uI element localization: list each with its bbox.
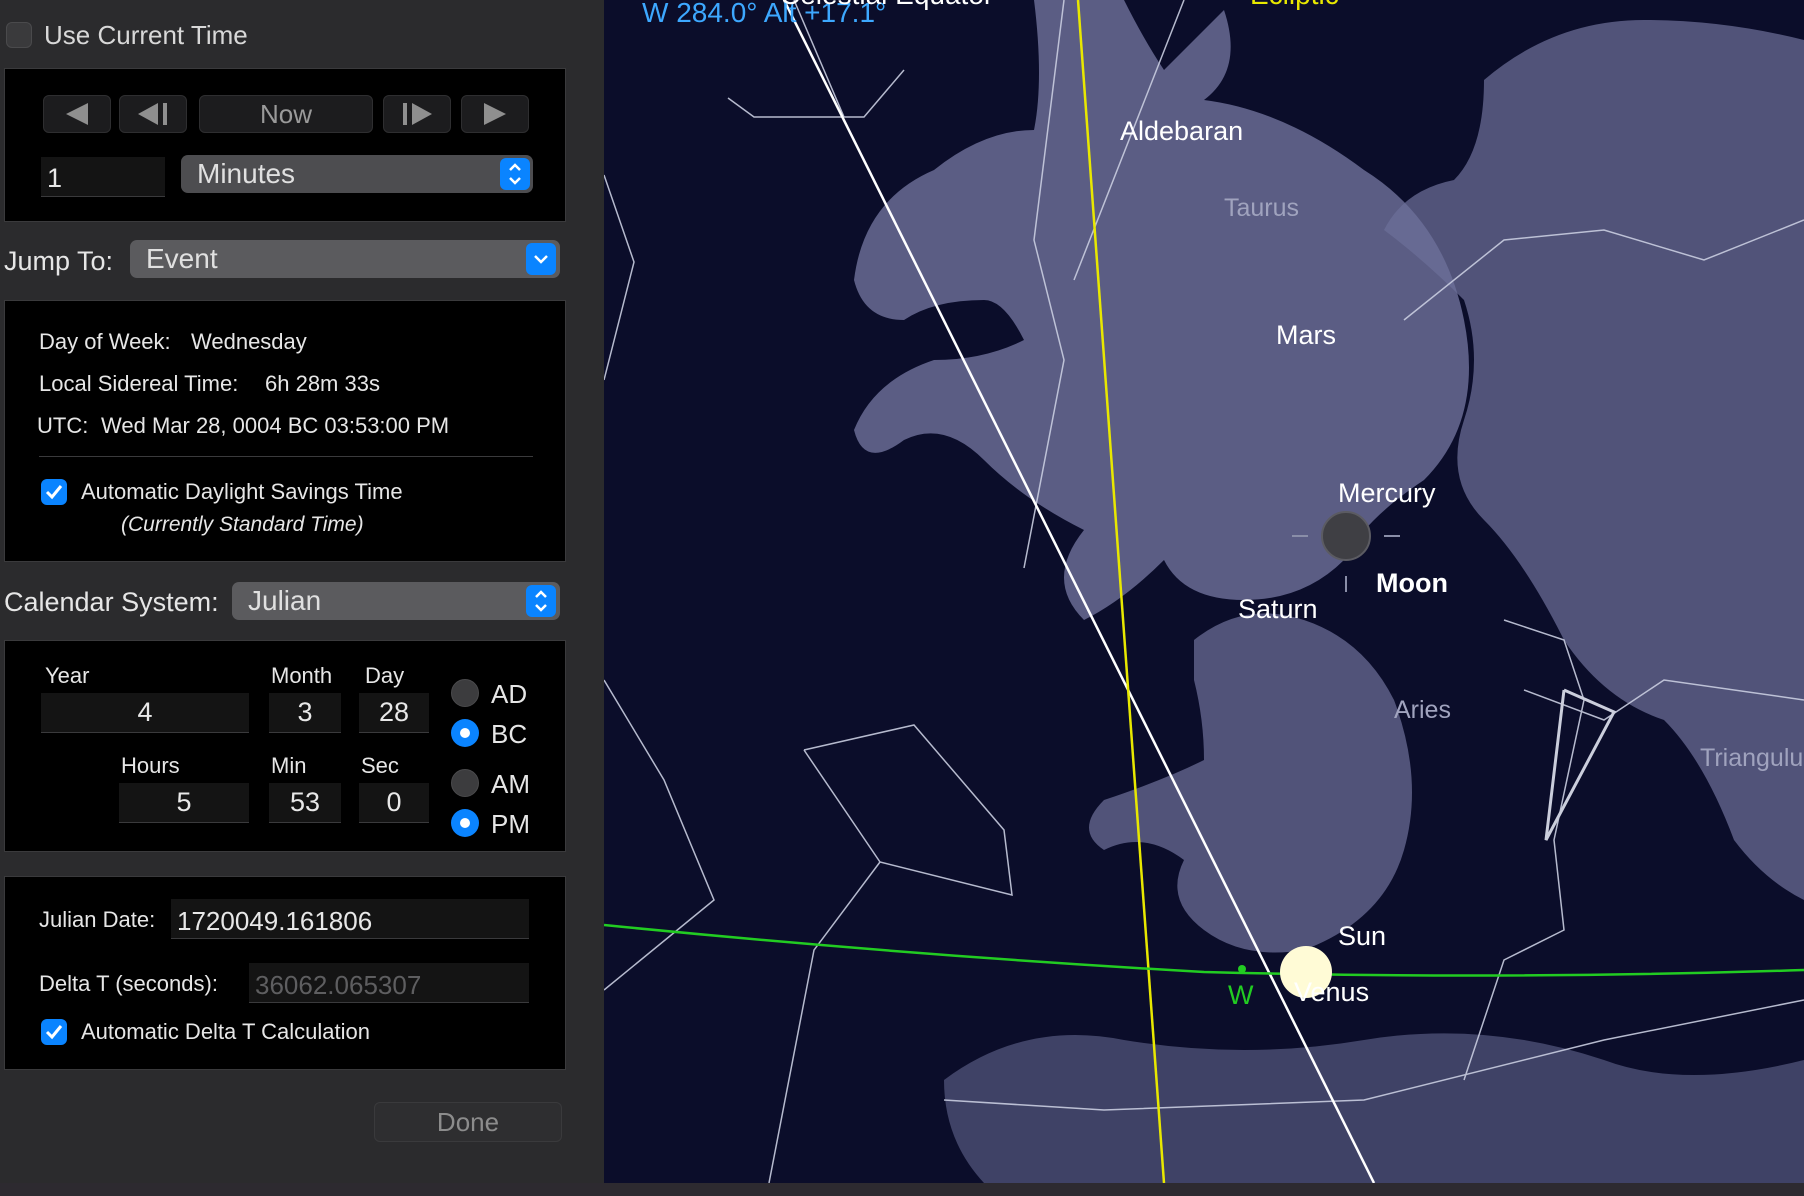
hours-label: Hours [121, 753, 180, 778]
moon-disc[interactable] [1321, 511, 1371, 561]
auto-dst-label: Automatic Daylight Savings Time [81, 479, 403, 504]
bottom-bar [0, 1183, 1804, 1196]
moon-label[interactable]: Moon [1376, 568, 1448, 598]
saturn-label[interactable]: Saturn [1238, 594, 1318, 624]
sidereal-time-label: Local Sidereal Time: [39, 371, 239, 396]
aries-label: Aries [1394, 696, 1451, 724]
mars-label[interactable]: Mars [1276, 320, 1336, 350]
reverse-play-button[interactable] [43, 95, 111, 133]
am-radio[interactable] [451, 769, 479, 797]
divider [39, 456, 533, 457]
month-label: Month [271, 663, 333, 688]
chevron-updown-icon [500, 158, 530, 190]
date-time-box: Year Month Day 4 3 28 AD BC Hours Min Se… [4, 640, 566, 852]
sun-label[interactable]: Sun [1338, 921, 1386, 951]
reverse-play-icon [66, 103, 88, 125]
triangulum-label: Triangulum [1700, 744, 1804, 772]
now-button[interactable]: Now [199, 95, 373, 133]
day-label: Day [365, 663, 405, 688]
play-icon [484, 103, 506, 125]
taurus-label: Taurus [1224, 194, 1299, 222]
sidereal-time-value: 6h 28m 33s [265, 371, 380, 396]
year-label: Year [45, 663, 90, 688]
pm-radio[interactable] [451, 809, 479, 837]
calendar-system-label: Calendar System: [4, 587, 219, 617]
delta-t-input[interactable]: 36062.065307 [249, 963, 529, 1003]
play-button[interactable] [461, 95, 529, 133]
utc-value: Wed Mar 28, 0004 BC 03:53:00 PM [101, 413, 450, 438]
aldebaran-label[interactable]: Aldebaran [1120, 116, 1243, 146]
julian-date-input[interactable]: 1720049.161806 [171, 899, 529, 939]
hours-input[interactable]: 5 [119, 783, 249, 823]
west-horizon-label: W [1228, 980, 1254, 1010]
month-input[interactable]: 3 [269, 693, 341, 733]
jump-to-value: Event [146, 243, 218, 274]
done-button[interactable]: Done [374, 1102, 562, 1142]
auto-delta-t-label: Automatic Delta T Calculation [81, 1019, 370, 1044]
step-unit-select[interactable]: Minutes [181, 155, 533, 193]
checkmark-icon [45, 485, 63, 500]
ecliptic-label: Ecliptic [1250, 0, 1339, 10]
delta-t-label: Delta T (seconds): [39, 971, 218, 996]
am-label: AM [491, 769, 530, 799]
year-input[interactable]: 4 [41, 693, 249, 733]
step-unit-value: Minutes [197, 158, 296, 189]
sec-input[interactable]: 0 [359, 783, 429, 823]
pm-label: PM [491, 809, 530, 839]
jump-to-label: Jump To: [4, 246, 114, 276]
dst-status-note: (Currently Standard Time) [121, 513, 364, 536]
day-of-week-value: Wednesday [191, 329, 307, 354]
step-amount-input[interactable]: 1 [41, 157, 165, 197]
chevron-updown-icon [526, 585, 556, 617]
west-point-marker [1238, 965, 1246, 973]
julian-date-label: Julian Date: [39, 907, 156, 932]
step-back-icon [138, 103, 167, 125]
mercury-label[interactable]: Mercury [1338, 478, 1436, 508]
era-bc-label: BC [491, 719, 528, 749]
use-current-time-label: Use Current Time [44, 20, 248, 50]
celestial-equator-label: Celestial Equator [780, 0, 993, 10]
sec-label: Sec [361, 753, 399, 778]
sky-chart-view[interactable]: W 284.0° Alt +17.1° Celestial Equator Ec… [604, 0, 1804, 1183]
step-forward-icon [403, 103, 432, 125]
auto-dst-checkbox[interactable] [41, 479, 67, 505]
day-input[interactable]: 28 [359, 693, 429, 733]
time-settings-panel: Use Current Time Now 1 Minutes Jump To: … [0, 0, 604, 1196]
era-bc-radio[interactable] [451, 719, 479, 747]
info-box: Day of Week: Wednesday Local Sidereal Ti… [4, 300, 566, 562]
utc-label: UTC: [37, 413, 89, 438]
auto-delta-t-checkbox[interactable] [41, 1019, 67, 1045]
chevron-down-icon [526, 243, 556, 275]
checkmark-icon [45, 1025, 63, 1040]
era-ad-radio[interactable] [451, 679, 479, 707]
step-back-button[interactable] [119, 95, 187, 133]
min-label: Min [271, 753, 307, 778]
calendar-system-value: Julian [248, 585, 322, 616]
julian-date-box: Julian Date: 1720049.161806 Delta T (sec… [4, 876, 566, 1070]
calendar-system-select[interactable]: Julian [232, 582, 560, 620]
min-input[interactable]: 53 [269, 783, 341, 823]
venus-label[interactable]: Venus [1294, 977, 1369, 1007]
use-current-time-checkbox[interactable] [6, 22, 32, 48]
time-step-box: Now 1 Minutes [4, 68, 566, 222]
step-forward-button[interactable] [383, 95, 451, 133]
era-ad-label: AD [491, 679, 528, 709]
day-of-week-label: Day of Week: [39, 329, 171, 354]
jump-to-select[interactable]: Event [130, 240, 560, 278]
